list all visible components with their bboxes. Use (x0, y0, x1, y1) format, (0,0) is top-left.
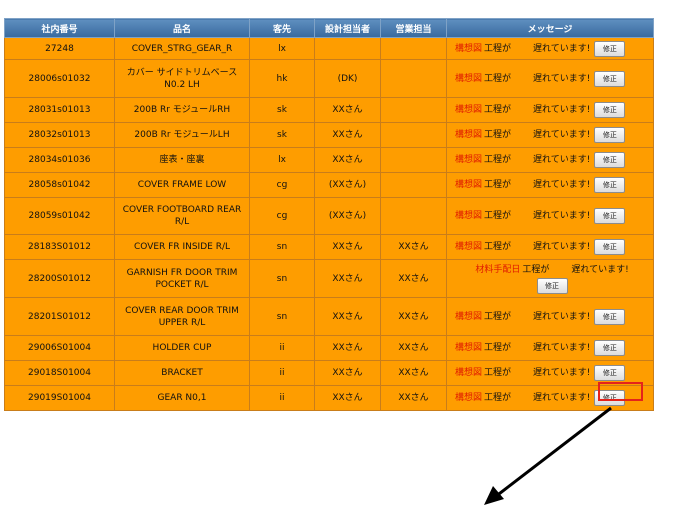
arrow-down-left-icon (484, 406, 612, 505)
